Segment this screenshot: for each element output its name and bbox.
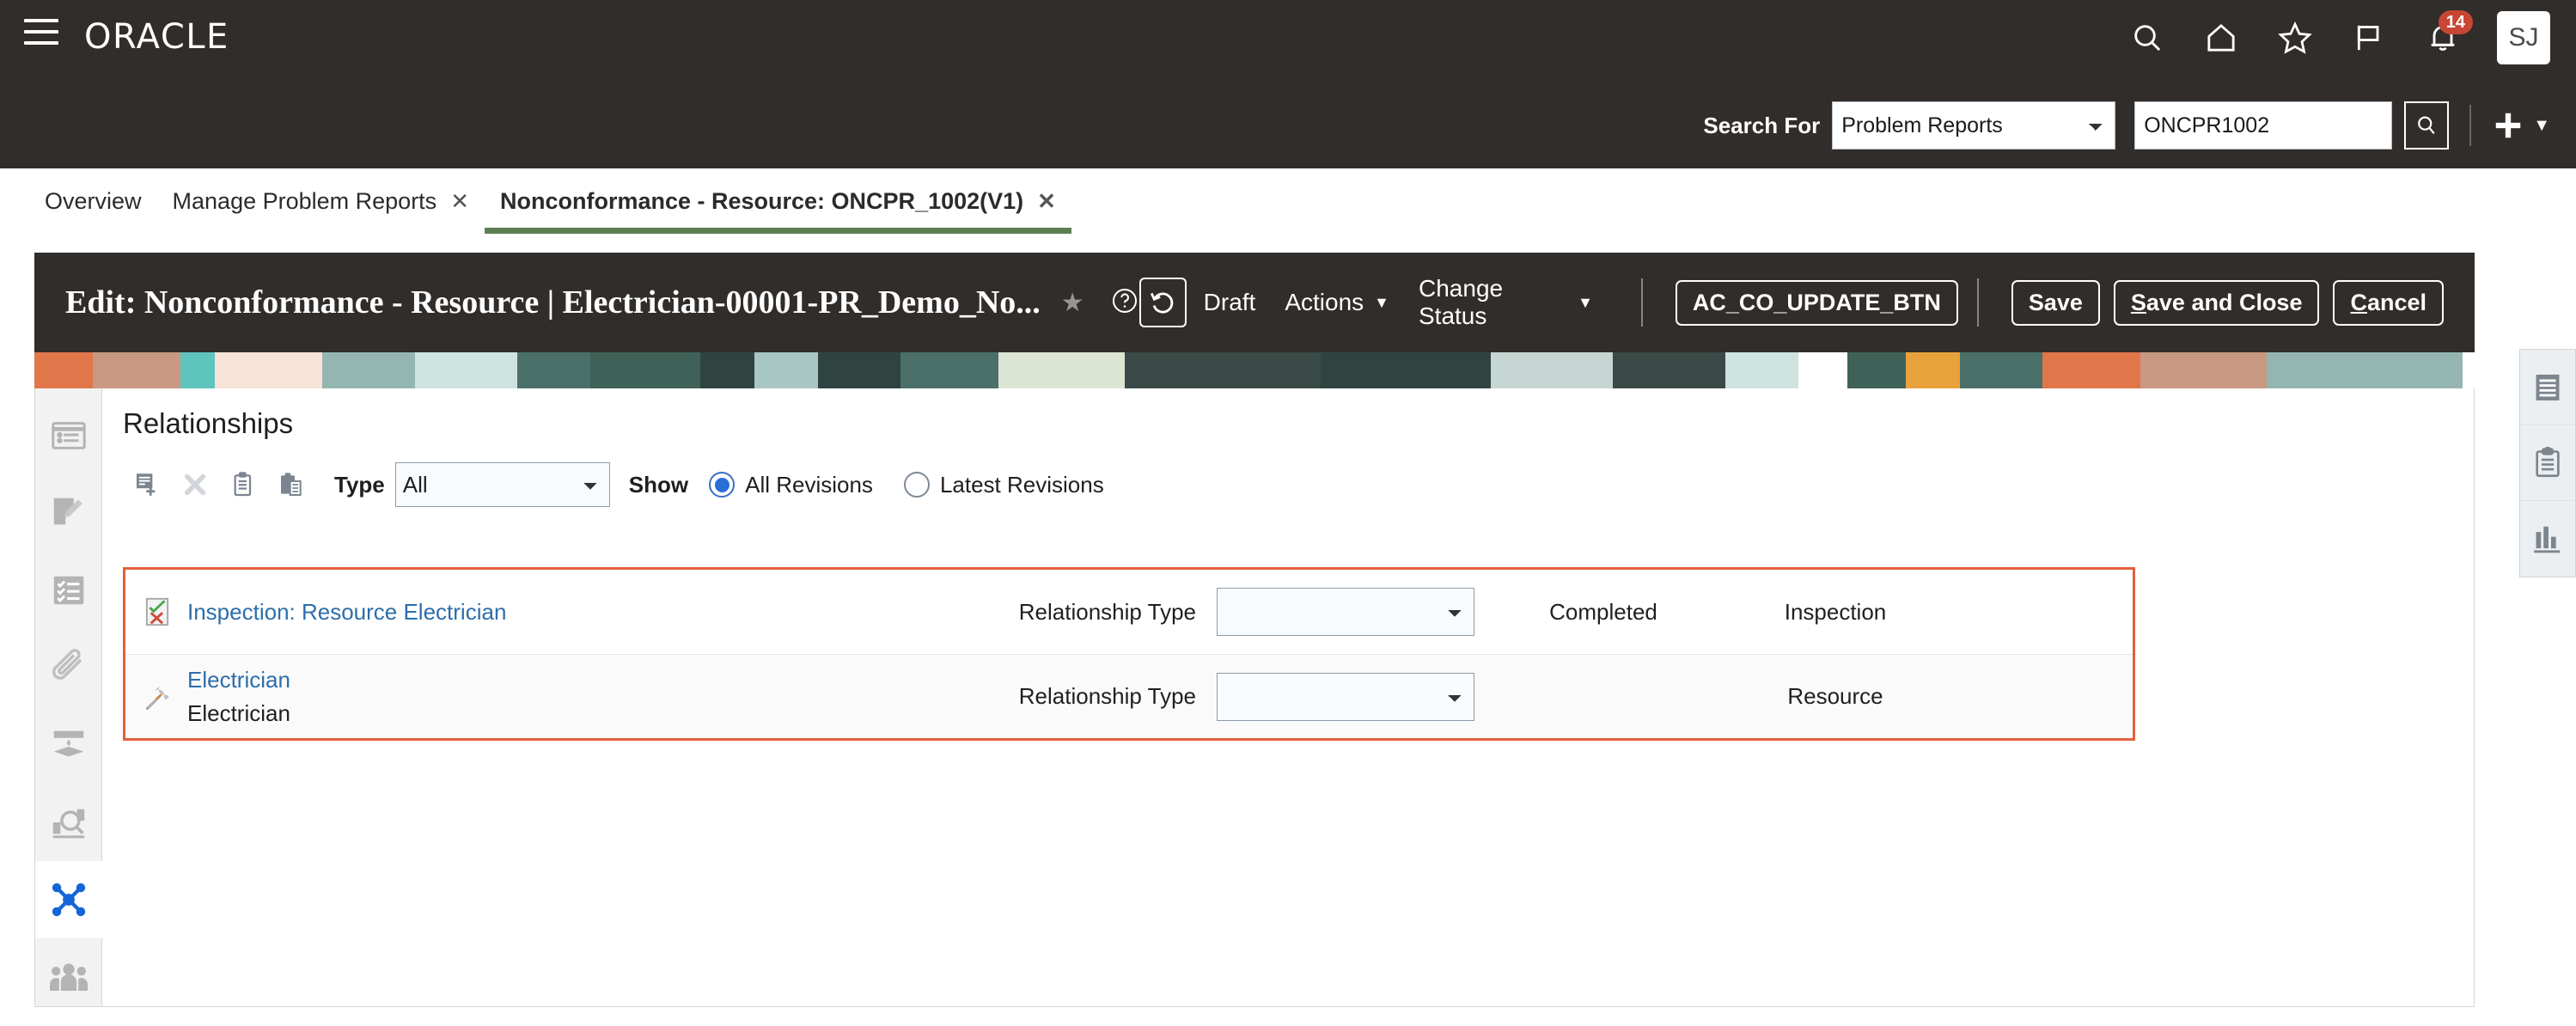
inspection-check-x-icon xyxy=(125,597,174,626)
content-area: Relationships Type All Show All Revision… xyxy=(34,388,2475,1007)
radio-latest-revisions-label: Latest Revisions xyxy=(939,471,1104,498)
page-body: Edit: Nonconformance - Resource | Electr… xyxy=(34,253,2481,1026)
cancel-button[interactable]: Cancel xyxy=(2333,279,2445,326)
sidebar-item-relationships[interactable] xyxy=(35,861,102,938)
tab-label: Manage Problem Reports xyxy=(172,187,437,214)
tab-label: Nonconformance - Resource: ONCPR_1002(V1… xyxy=(499,187,1024,214)
type-filter-select[interactable]: All xyxy=(394,462,610,507)
row-subtitle: Electrician xyxy=(187,699,290,726)
sidebar-item-team[interactable] xyxy=(35,938,102,1016)
rightrail-item-clipboard[interactable] xyxy=(2520,425,2575,501)
page-title: Edit: Nonconformance - Resource | Electr… xyxy=(65,284,1041,321)
tools-wrench-icon xyxy=(125,682,174,711)
action-divider xyxy=(1976,278,1979,327)
global-header: ORACLE 14 SJ Search For Problem Reports … xyxy=(0,0,2576,168)
row-name-cell: Inspection: Resource Electrician xyxy=(174,599,973,626)
tab-manage-problem-reports[interactable]: Manage Problem Reports ✕ xyxy=(157,168,485,234)
show-filter-label: Show xyxy=(628,471,689,498)
sidebar-item-attachments[interactable] xyxy=(35,629,102,706)
tab-label: Overview xyxy=(45,187,142,214)
show-radio-group: All Revisions Latest Revisions xyxy=(709,472,1135,498)
sidebar-item-edit[interactable] xyxy=(35,474,102,552)
change-status-menu-button[interactable]: Change Status ▼ xyxy=(1419,275,1593,330)
relationship-type-select[interactable] xyxy=(1217,588,1474,636)
search-input[interactable] xyxy=(2134,101,2393,150)
table-row[interactable]: Electrician Electrician Relationship Typ… xyxy=(125,654,2133,738)
chevron-down-icon[interactable]: ▼ xyxy=(2533,116,2550,136)
actions-menu-button[interactable]: Actions ▼ xyxy=(1285,289,1389,316)
header-divider xyxy=(2469,105,2472,146)
global-search-row: Search For Problem Reports ▼ xyxy=(1703,101,2550,150)
bell-icon[interactable]: 14 xyxy=(2406,7,2480,69)
remove-x-icon[interactable] xyxy=(171,463,219,506)
rightrail-item-reports[interactable] xyxy=(2520,501,2575,577)
oracle-logo: ORACLE xyxy=(84,17,229,57)
chevron-down-icon: ▼ xyxy=(1578,293,1593,311)
revert-icon[interactable] xyxy=(1138,278,1187,327)
rightrail-item-details[interactable] xyxy=(2520,350,2575,425)
chevron-down-icon: ▼ xyxy=(1374,293,1389,311)
actions-menu-label: Actions xyxy=(1285,289,1364,315)
sidebar-item-checklist[interactable] xyxy=(35,552,102,629)
relationship-link[interactable]: Electrician xyxy=(187,667,290,693)
sidebar-item-summary[interactable] xyxy=(35,397,102,474)
row-status: Completed xyxy=(1549,598,1657,625)
help-circle-icon[interactable] xyxy=(1110,286,1139,320)
tab-strip: Overview Manage Problem Reports ✕ Noncon… xyxy=(0,168,2576,247)
close-icon[interactable]: ✕ xyxy=(450,188,469,215)
status-badge: Draft xyxy=(1203,289,1256,315)
radio-all-revisions[interactable] xyxy=(709,472,736,498)
panel-title: Relationships xyxy=(123,407,294,439)
right-sidebar xyxy=(2519,349,2576,577)
relationship-type-label: Relationship Type xyxy=(1018,683,1196,709)
star-icon[interactable] xyxy=(2258,7,2332,69)
row-name-cell: Electrician Electrician xyxy=(174,667,973,727)
avatar[interactable]: SJ xyxy=(2497,11,2550,64)
close-icon[interactable]: ✕ xyxy=(1037,188,1056,215)
radio-latest-revisions[interactable] xyxy=(903,472,930,498)
notification-badge: 14 xyxy=(2438,10,2473,34)
record-header: Edit: Nonconformance - Resource | Electr… xyxy=(34,253,2475,352)
relationships-panel: Relationships Type All Show All Revision… xyxy=(102,388,2474,1006)
sidebar-item-workflow[interactable] xyxy=(35,706,102,784)
record-actions: Draft Actions ▼ Change Status ▼ AC_CO_UP… xyxy=(1138,275,2475,330)
flag-icon[interactable] xyxy=(2332,7,2406,69)
left-sidebar xyxy=(35,388,102,1006)
save-button[interactable]: Save xyxy=(2011,279,2100,326)
action-divider xyxy=(1640,278,1643,327)
decorative-banner xyxy=(34,352,2475,388)
tab-overview[interactable]: Overview xyxy=(29,168,157,234)
relationships-toolbar: Type All Show All Revisions Latest Revis… xyxy=(123,459,2474,510)
row-object-type: Resource xyxy=(1787,683,1883,709)
copy-clipboard-icon[interactable] xyxy=(219,463,267,506)
relationship-type-select[interactable] xyxy=(1217,672,1474,721)
search-submit-button[interactable] xyxy=(2404,101,2450,150)
create-new-button[interactable]: ▼ xyxy=(2492,109,2550,142)
table-row[interactable]: Inspection: Resource Electrician Relatio… xyxy=(125,570,2133,654)
search-for-label: Search For xyxy=(1703,112,1821,138)
radio-all-revisions-label: All Revisions xyxy=(745,471,873,498)
type-filter-label: Type xyxy=(334,471,385,498)
star-filled-icon[interactable]: ★ xyxy=(1061,288,1084,318)
search-icon[interactable] xyxy=(2110,7,2184,69)
tab-nonconformance-resource[interactable]: Nonconformance - Resource: ONCPR_1002(V1… xyxy=(484,168,1071,234)
home-icon[interactable] xyxy=(2184,7,2258,69)
relationship-link[interactable]: Inspection: Resource Electrician xyxy=(187,599,506,625)
row-object-type: Inspection xyxy=(1784,598,1887,625)
sidebar-item-analysis[interactable] xyxy=(35,784,102,861)
ac-co-update-button[interactable]: AC_CO_UPDATE_BTN xyxy=(1675,279,1958,326)
relationship-type-label: Relationship Type xyxy=(1018,598,1196,625)
paste-clipboard-icon[interactable] xyxy=(267,463,315,506)
header-icon-group: 14 SJ xyxy=(2110,7,2550,69)
change-status-menu-label: Change Status xyxy=(1419,275,1504,329)
search-category-select[interactable]: Problem Reports xyxy=(1832,101,2116,150)
add-document-icon[interactable] xyxy=(123,463,171,506)
save-and-close-button[interactable]: Save and Close xyxy=(2113,279,2320,326)
relationships-table: Inspection: Resource Electrician Relatio… xyxy=(123,567,2135,741)
hamburger-icon[interactable] xyxy=(24,19,58,50)
